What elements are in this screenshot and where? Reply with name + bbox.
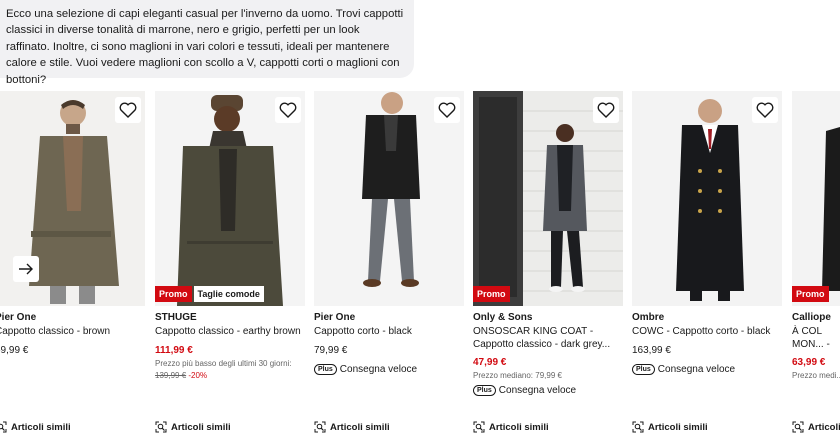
product-price: 111,99 € <box>155 345 193 356</box>
similar-search-icon <box>0 421 7 433</box>
product-image[interactable] <box>314 91 464 306</box>
heart-icon <box>119 102 137 118</box>
favorite-button[interactable] <box>275 97 301 123</box>
lowest-price-note: Prezzo più basso degli ultimi 30 giorni: <box>155 359 292 368</box>
product-price: 47,99 € <box>473 357 507 368</box>
fast-delivery-row: Plus Consegna veloce <box>473 385 623 396</box>
assistant-message-bubble: Ecco una selezione di capi eleganti casu… <box>0 0 414 86</box>
old-price-row: 139,99 € -20% <box>155 371 305 381</box>
favorite-button[interactable] <box>115 97 141 123</box>
product-price: 163,99 € <box>632 345 671 356</box>
favorite-button[interactable] <box>752 97 778 123</box>
heart-icon <box>438 102 456 118</box>
product-image[interactable]: Promo <box>792 91 840 306</box>
product-title: Cappotto classico - earthy brown <box>155 326 301 337</box>
product-badges: Promo <box>792 286 829 302</box>
heart-icon <box>756 102 774 118</box>
median-price-note: Prezzo medi... <box>792 371 840 380</box>
similar-items-link[interactable]: Articoli simili <box>473 421 549 433</box>
median-price-note: Prezzo mediano: 79,99 € <box>473 371 562 380</box>
similar-search-icon <box>314 421 326 433</box>
fast-delivery-label: Consegna veloce <box>498 385 577 396</box>
product-card[interactable]: Pier One Cappotto classico - brown 59,99… <box>0 91 145 440</box>
similar-items-link[interactable]: Articoli simili <box>632 421 708 433</box>
similar-items-link[interactable]: Articoli simili <box>0 421 71 433</box>
old-price: 139,99 € <box>155 371 187 380</box>
product-brand: Pier One <box>0 312 37 323</box>
product-info: Pier One Cappotto corto - black 79,99 € … <box>314 311 464 375</box>
heart-icon <box>597 102 615 118</box>
product-card[interactable]: Pier One Cappotto corto - black 79,99 € … <box>314 91 464 440</box>
image-next-button[interactable] <box>13 256 39 282</box>
similar-items-label: Articoli simili <box>808 421 840 433</box>
size-badge: Taglie comode <box>193 286 264 302</box>
product-badges: Promo Taglie comode <box>155 286 264 302</box>
product-title: ONSOSCAR KING COAT - Cappotto classico -… <box>473 326 611 350</box>
similar-search-icon <box>792 421 804 433</box>
fast-delivery-label: Consegna veloce <box>339 364 418 375</box>
favorite-button[interactable] <box>593 97 619 123</box>
fast-delivery-label: Consegna veloce <box>657 364 736 375</box>
similar-items-link[interactable]: Articoli simili <box>792 421 840 433</box>
product-brand: Calliope <box>792 312 831 323</box>
product-price: 59,99 € <box>0 345 29 356</box>
similar-items-label: Articoli simili <box>11 421 71 433</box>
product-info: STHUGE Cappotto classico - earthy brown … <box>155 311 305 381</box>
product-image[interactable]: Promo Taglie comode <box>155 91 305 306</box>
product-carousel: Pier One Cappotto classico - brown 59,99… <box>0 91 840 440</box>
similar-items-link[interactable]: Articoli simili <box>314 421 390 433</box>
heart-icon <box>279 102 297 118</box>
promo-badge: Promo <box>792 286 829 302</box>
favorite-button[interactable] <box>434 97 460 123</box>
product-brand: Pier One <box>314 312 356 323</box>
product-title: Cappotto classico - brown <box>0 326 111 337</box>
product-info: Only & Sons ONSOSCAR KING COAT - Cappott… <box>473 311 623 396</box>
promo-badge: Promo <box>155 286 192 302</box>
product-card[interactable]: Promo Taglie comode STHUGE Cappotto clas… <box>155 91 305 440</box>
product-info: Ombre COWC - Cappotto corto - black 163,… <box>632 311 782 375</box>
product-image[interactable]: Promo <box>473 91 623 306</box>
product-card[interactable]: Promo Only & Sons ONSOSCAR KING COAT - C… <box>473 91 623 440</box>
product-info: Calliope À COL MON... - noir 63,99 € Pre… <box>792 311 840 381</box>
product-price: 63,99 € <box>792 357 826 368</box>
similar-search-icon <box>473 421 485 433</box>
product-price: 79,99 € <box>314 345 348 356</box>
similar-items-link[interactable]: Articoli simili <box>155 421 231 433</box>
plus-badge: Plus <box>314 364 337 375</box>
product-brand: STHUGE <box>155 312 197 323</box>
product-brand: Only & Sons <box>473 312 533 323</box>
product-title: Cappotto corto - black <box>314 326 412 337</box>
product-image[interactable] <box>0 91 145 306</box>
assistant-message-text: Ecco una selezione di capi eleganti casu… <box>6 8 404 86</box>
arrow-right-icon <box>19 263 33 275</box>
product-info: Pier One Cappotto classico - brown 59,99… <box>0 311 145 357</box>
similar-items-label: Articoli simili <box>330 421 390 433</box>
fast-delivery-row: Plus Consegna veloce <box>314 364 464 375</box>
similar-items-label: Articoli simili <box>489 421 549 433</box>
promo-badge: Promo <box>473 286 510 302</box>
similar-items-label: Articoli simili <box>648 421 708 433</box>
product-card[interactable]: Ombre COWC - Cappotto corto - black 163,… <box>632 91 782 440</box>
product-image[interactable] <box>632 91 782 306</box>
plus-badge: Plus <box>473 385 496 396</box>
fast-delivery-row: Plus Consegna veloce <box>632 364 782 375</box>
product-title: À COL MON... - noir <box>792 326 830 350</box>
product-badges: Promo <box>473 286 510 302</box>
discount-percent: -20% <box>188 371 208 380</box>
product-card[interactable]: Promo Calliope À COL MON... - noir 63,99… <box>792 91 840 440</box>
similar-search-icon <box>632 421 644 433</box>
similar-search-icon <box>155 421 167 433</box>
product-title: COWC - Cappotto corto - black <box>632 326 771 337</box>
similar-items-label: Articoli simili <box>171 421 231 433</box>
product-brand: Ombre <box>632 312 665 323</box>
plus-badge: Plus <box>632 364 655 375</box>
